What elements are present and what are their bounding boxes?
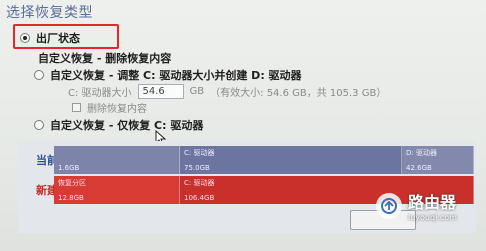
watermark: 路由器 luyouqi.com — [376, 189, 457, 222]
watermark-sub: luyouqi.com — [408, 213, 457, 222]
partition-size: 75.0GB — [184, 164, 210, 172]
current-partition-d: D: 驱动器 42.6GB — [402, 146, 474, 174]
delete-recovery-checkbox[interactable] — [72, 103, 81, 112]
partition-size: 1.6GB — [58, 164, 80, 172]
c-drive-size-input[interactable]: 54.6 — [137, 84, 184, 99]
option-custom-delete[interactable]: 自定义恢复 - 删除恢复内容 — [38, 50, 171, 66]
partition-size: 12.8GB — [58, 194, 84, 202]
partition-name: C: 驱动器 — [184, 149, 215, 157]
current-partition-1: 1.6GB — [54, 146, 180, 174]
partition-name: C: 驱动器 — [184, 179, 215, 187]
option-custom-c-only[interactable]: 自定义恢复 - 仅恢复 C: 驱动器 — [34, 117, 203, 133]
partition-name: 恢复分区 — [58, 179, 86, 187]
c-drive-size-label: C: 驱动器大小 — [68, 88, 132, 99]
delete-recovery-row[interactable]: 删除恢复内容 — [72, 100, 147, 115]
option-custom-resize[interactable]: 自定义恢复 - 调整 C: 驱动器大小并创建 D: 驱动器 — [34, 67, 302, 83]
option-factory[interactable]: 出厂状态 — [20, 30, 80, 46]
size-unit-label: GB — [189, 86, 205, 97]
option-custom-c-only-label: 自定义恢复 - 仅恢复 C: 驱动器 — [50, 119, 204, 132]
router-logo-icon — [376, 192, 402, 219]
new-partition-recovery: 恢复分区 12.8GB — [54, 176, 180, 204]
partition-size: 42.6GB — [406, 164, 432, 172]
option-factory-label: 出厂状态 — [36, 32, 80, 45]
option-custom-delete-label: 自定义恢复 - 删除恢复内容 — [38, 52, 172, 65]
radio-custom-resize[interactable] — [34, 70, 44, 80]
option-custom-resize-label: 自定义恢复 - 调整 C: 驱动器大小并创建 D: 驱动器 — [50, 69, 302, 82]
resize-size-row: C: 驱动器大小 54.6 GB （有效大小: 54.6 GB，共 105.3 … — [68, 84, 386, 99]
partition-name: D: 驱动器 — [406, 149, 437, 157]
delete-recovery-label: 删除恢复内容 — [87, 104, 147, 115]
watermark-main: 路由器 — [408, 193, 457, 212]
radio-custom-c-only[interactable] — [34, 120, 44, 130]
radio-factory[interactable] — [20, 33, 30, 43]
current-partition-c: C: 驱动器 75.0GB — [180, 146, 402, 174]
current-partition-bar: 1.6GB C: 驱动器 75.0GB D: 驱动器 42.6GB — [54, 146, 474, 174]
page-title: 选择恢复类型 — [6, 5, 93, 21]
size-info-label: （有效大小: 54.6 GB，共 105.3 GB） — [210, 88, 387, 99]
